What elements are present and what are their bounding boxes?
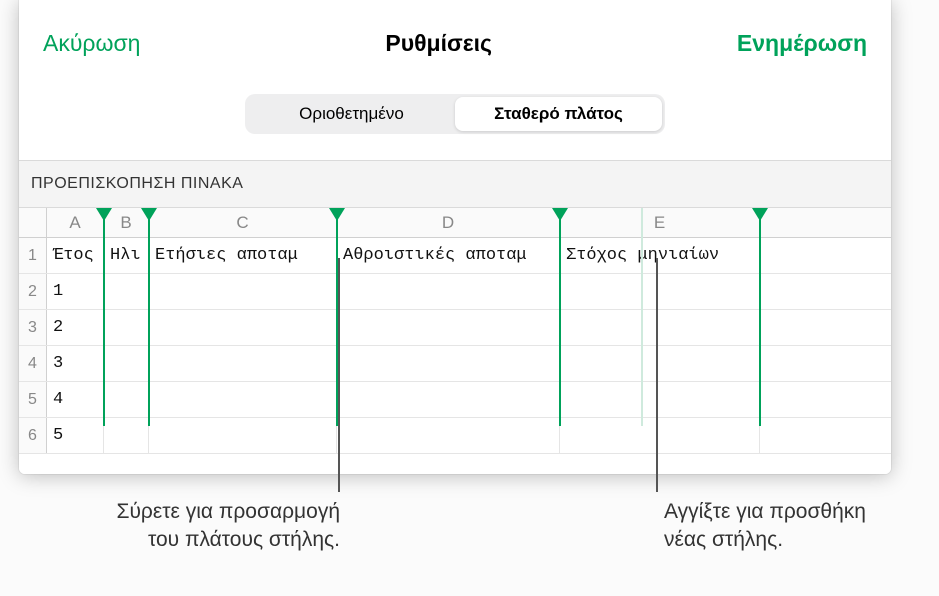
column-resize-handle[interactable]: [329, 208, 345, 221]
segmented-control-wrap: Οριοθετημένο Σταθερό πλάτος: [19, 86, 891, 160]
table-preview: ABCDE 1ΈτοςΗλιΕτήσιες αποταμΑθροιστικές …: [19, 208, 891, 474]
table-cell[interactable]: 3: [47, 346, 104, 381]
table-row: 54: [19, 382, 891, 418]
table-cell[interactable]: [337, 310, 560, 345]
cancel-button[interactable]: Ακύρωση: [43, 30, 140, 57]
modal-header: Ακύρωση Ρυθμίσεις Ενημέρωση: [19, 0, 891, 86]
table-cell[interactable]: [560, 310, 760, 345]
table-cell[interactable]: [104, 310, 149, 345]
table-cell[interactable]: [560, 382, 760, 417]
callout-drag-line2: του πλάτους στήλης.: [148, 528, 340, 551]
table-cell[interactable]: Ηλι: [104, 238, 149, 273]
callout-tap: Αγγίξτε για προσθήκη νέας στήλης.: [664, 498, 866, 555]
table-cell[interactable]: 4: [47, 382, 104, 417]
section-label-preview: ΠΡΟΕΠΙΣΚΟΠΗΣΗ ΠΙΝΑΚΑ: [19, 160, 891, 208]
table-cell[interactable]: Ετήσιες αποταμ: [149, 238, 337, 273]
table-row: 43: [19, 346, 891, 382]
row-number: 1: [19, 238, 47, 273]
table-cell[interactable]: [104, 346, 149, 381]
table-cell[interactable]: [337, 346, 560, 381]
table-cell[interactable]: [149, 274, 337, 309]
column-header[interactable]: C: [149, 208, 337, 237]
table-rows: 1ΈτοςΗλιΕτήσιες αποταμΑθροιστικές αποταμ…: [19, 238, 891, 454]
table-cell[interactable]: 1: [47, 274, 104, 309]
table-cell[interactable]: [560, 418, 760, 453]
table-row: 21: [19, 274, 891, 310]
table-cell[interactable]: 2: [47, 310, 104, 345]
column-header[interactable]: D: [337, 208, 560, 237]
row-number: 5: [19, 382, 47, 417]
table-cell[interactable]: Έτος: [47, 238, 104, 273]
column-resize-handle[interactable]: [96, 208, 112, 221]
segment-delimited[interactable]: Οριοθετημένο: [248, 97, 455, 131]
callout-tap-line1: Αγγίξτε για προσθήκη: [664, 500, 866, 523]
table-cell[interactable]: [149, 382, 337, 417]
callout-line-left: [338, 258, 340, 492]
table-row: 1ΈτοςΗλιΕτήσιες αποταμΑθροιστικές αποταμ…: [19, 238, 891, 274]
update-button[interactable]: Ενημέρωση: [737, 30, 867, 57]
table-cell[interactable]: Στόχος μηνιαίων: [560, 238, 760, 273]
table-cell[interactable]: [560, 346, 760, 381]
table-cell[interactable]: [560, 274, 760, 309]
settings-modal: Ακύρωση Ρυθμίσεις Ενημέρωση Οριοθετημένο…: [19, 0, 891, 474]
callout-drag-line1: Σύρετε για προσαρμογή: [116, 500, 340, 523]
corner-spacer: [19, 208, 47, 237]
column-resize-handle[interactable]: [552, 208, 568, 221]
table-cell[interactable]: [337, 274, 560, 309]
table-cell[interactable]: Αθροιστικές αποταμ: [337, 238, 560, 273]
table-cell[interactable]: [104, 274, 149, 309]
table-cell[interactable]: [104, 418, 149, 453]
modal-title: Ρυθμίσεις: [385, 30, 492, 57]
row-number: 4: [19, 346, 47, 381]
table-cell[interactable]: [337, 382, 560, 417]
table-cell[interactable]: [104, 382, 149, 417]
import-type-segmented: Οριοθετημένο Σταθερό πλάτος: [245, 94, 665, 134]
table-cell[interactable]: [149, 310, 337, 345]
row-number: 2: [19, 274, 47, 309]
callout-tap-line2: νέας στήλης.: [664, 528, 783, 551]
row-number: 3: [19, 310, 47, 345]
table-cell[interactable]: [337, 418, 560, 453]
callout-drag: Σύρετε για προσαρμογή του πλάτους στήλης…: [20, 498, 340, 555]
column-header[interactable]: E: [560, 208, 760, 237]
table-cell[interactable]: [149, 346, 337, 381]
table-cell[interactable]: [149, 418, 337, 453]
table-row: 32: [19, 310, 891, 346]
table-row: 65: [19, 418, 891, 454]
row-number: 6: [19, 418, 47, 453]
column-resize-handle[interactable]: [752, 208, 768, 221]
table-cell[interactable]: 5: [47, 418, 104, 453]
callout-line-right: [656, 258, 658, 492]
segment-fixed-width[interactable]: Σταθερό πλάτος: [455, 97, 662, 131]
column-resize-handle[interactable]: [141, 208, 157, 221]
